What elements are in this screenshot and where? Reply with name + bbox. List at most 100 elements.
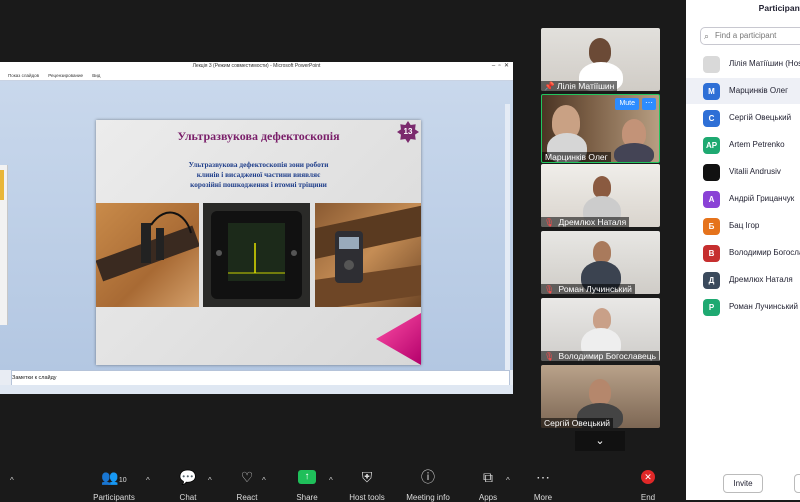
participant-name: Марцинків Олег: [729, 86, 789, 95]
video-tile[interactable]: 📌 Лілія Матіїшин: [541, 28, 660, 91]
participants-icon: 👥: [101, 469, 119, 485]
slide-body-line: клинів і висадженої частини виявляє: [196, 170, 321, 179]
invite-button[interactable]: Invite: [723, 474, 763, 493]
participant-row[interactable]: Р Роман Лучинський: [686, 294, 800, 320]
menu-item-slideshow[interactable]: Показ слайдов: [8, 73, 39, 78]
meeting-toolbar: ^ 👥10 Participants ^ 💬 Chat ^ ♡ React ^ …: [0, 468, 686, 502]
meeting-info-button[interactable]: ⓘ Meeting info: [406, 468, 450, 502]
participant-row[interactable]: AP Artem Petrenko: [686, 132, 800, 158]
ppt-window-title: Лекція 3 (Режим совместимости) - Microso…: [0, 62, 513, 71]
mute-button[interactable]: Mute: [615, 98, 639, 110]
avatar: М: [703, 83, 720, 100]
participant-name: Artem Petrenko: [729, 140, 785, 149]
tile-name: 🎙 Роман Лучинський: [541, 284, 635, 294]
participant-video: [589, 38, 611, 64]
participant-video: [593, 308, 611, 330]
tile-more-button[interactable]: ⋯: [642, 98, 656, 110]
search-placeholder: Find a participant: [715, 31, 777, 40]
participant-name: Бац Ігор: [729, 221, 760, 230]
chat-caret[interactable]: ^: [208, 476, 212, 485]
avatar: Д: [703, 272, 720, 289]
apps-icon: ⧉: [483, 469, 493, 485]
avatar: С: [703, 110, 720, 127]
participant-video: [589, 379, 611, 405]
status-bar: [0, 385, 513, 394]
thickness-gauge-illustration: [308, 204, 421, 311]
participant-name: Роман Лучинський: [729, 302, 799, 311]
react-label: React: [236, 493, 258, 502]
slide-photo-sensor: [96, 203, 200, 307]
participant-name: Андрій Грицанчук: [729, 194, 795, 203]
muted-mic-icon: 🎙: [544, 285, 555, 294]
participants-button[interactable]: 👥10 Participants: [92, 468, 136, 502]
video-tile[interactable]: 🎙 Роман Лучинський: [541, 231, 660, 294]
slide-photo-flaw-detector: [203, 203, 310, 307]
apps-caret[interactable]: ^: [506, 476, 510, 485]
avatar: [703, 164, 720, 181]
end-icon: ✕: [641, 470, 655, 484]
more-label: More: [533, 493, 553, 502]
end-label: End: [640, 493, 656, 502]
participant-name: Лілія Матіїшин (Host): [729, 59, 800, 68]
more-icon: ⋯: [536, 469, 550, 485]
end-button[interactable]: ✕ End: [638, 468, 658, 502]
muted-mic-icon: 🎙: [544, 352, 555, 361]
menu-item-view[interactable]: Вид: [92, 73, 100, 78]
participant-name: Володимир Богославець: [729, 248, 800, 257]
participants-count: 10: [118, 477, 127, 484]
more-button[interactable]: ⋯ More: [532, 468, 554, 502]
menu-item-review[interactable]: Рецензирование: [48, 73, 83, 78]
ppt-menu-bar: Показ слайдов Рецензирование Вид: [0, 71, 513, 81]
chat-button[interactable]: 💬 Chat: [176, 468, 200, 502]
gallery-scroll-down-button[interactable]: ⌄: [575, 431, 625, 451]
pin-icon: 📌: [544, 81, 555, 91]
participant-search-input[interactable]: ⌕ Find a participant: [700, 27, 800, 45]
share-label: Share: [296, 493, 318, 502]
window-controls[interactable]: – ▫ ✕: [492, 62, 509, 71]
shared-screen: Лекція 3 (Режим совместимости) - Microso…: [0, 62, 513, 394]
react-caret[interactable]: ^: [262, 476, 266, 485]
flaw-detector-illustration: [211, 211, 302, 299]
slide-body: Ультразвукова дефектоскопія зони роботи …: [116, 160, 401, 190]
participant-video: [593, 176, 611, 198]
avatar: AP: [703, 137, 720, 154]
participant-row[interactable]: В Володимир Богославець: [686, 240, 800, 266]
slides-pane-tab[interactable]: [0, 170, 4, 200]
host-tools-button[interactable]: ⛨ Host tools: [349, 468, 385, 502]
share-button[interactable]: ↑ Share: [296, 468, 318, 502]
video-tile-active[interactable]: Mute ⋯ Марцинків Олег: [541, 94, 660, 163]
participant-row[interactable]: М Марцинків Олег: [686, 78, 800, 104]
participants-caret[interactable]: ^: [146, 476, 150, 485]
share-caret[interactable]: ^: [329, 476, 333, 485]
participant-row[interactable]: С Сергій Овецький: [686, 105, 800, 131]
panel-more-button[interactable]: [794, 474, 800, 493]
host-tools-label: Host tools: [349, 493, 385, 502]
shield-icon: ⛨: [361, 469, 373, 485]
participant-row[interactable]: Vitalii Andrusiv: [686, 159, 800, 185]
participant-row[interactable]: Б Бац Ігор: [686, 213, 800, 239]
meeting-info-label: Meeting info: [406, 493, 450, 502]
participant-row[interactable]: Лілія Матіїшин (Host): [686, 51, 800, 77]
participant-row[interactable]: А Андрій Грицанчук: [686, 186, 800, 212]
slide-title: Ультразвукова дефектоскопія: [177, 129, 340, 143]
video-tile[interactable]: 🎙 Володимир Богославець: [541, 298, 660, 361]
share-screen-icon: ↑: [298, 470, 316, 484]
vertical-scrollbar[interactable]: [505, 104, 510, 382]
participant-name: Дремлюх Наталя: [729, 275, 793, 284]
participant-row[interactable]: Д Дремлюх Наталя: [686, 267, 800, 293]
video-tile[interactable]: 🎙 Дремлюх Наталя: [541, 164, 660, 227]
slide-decoration: [376, 313, 421, 365]
notes-field[interactable]: Заметки к слайду: [11, 370, 510, 386]
muted-mic-icon: 🎙: [544, 218, 555, 227]
participants-label: Participants: [93, 493, 135, 502]
sensor-illustration: [96, 211, 200, 282]
tile-name: Сергій Овецький: [541, 418, 613, 428]
avatar: [703, 56, 720, 73]
react-button[interactable]: ♡ React: [234, 468, 260, 502]
video-tile[interactable]: Сергій Овецький: [541, 365, 660, 428]
avatar: А: [703, 191, 720, 208]
audio-options-caret[interactable]: ^: [10, 476, 14, 485]
slide-body-line: Ультразвукова дефектоскопія зони роботи: [188, 160, 329, 169]
avatar: В: [703, 245, 720, 262]
apps-button[interactable]: ⧉ Apps: [477, 468, 499, 502]
